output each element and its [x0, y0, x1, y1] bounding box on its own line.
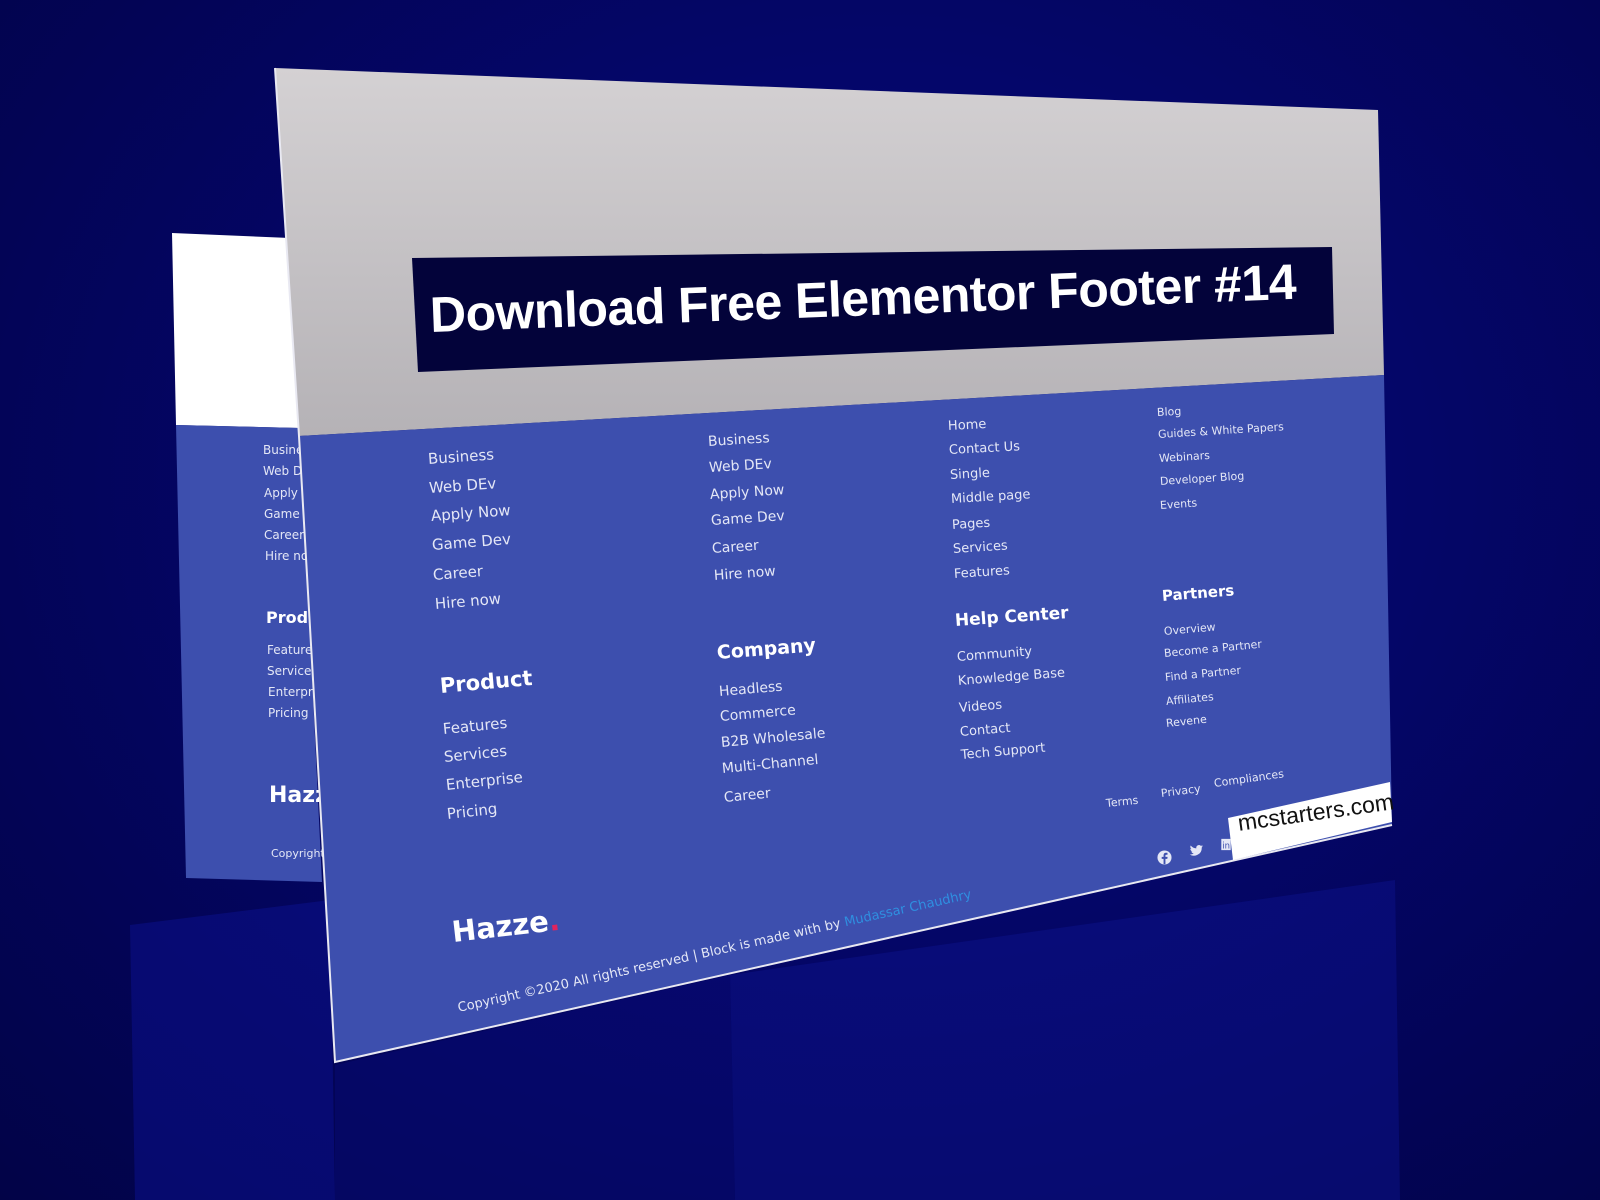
footer-link[interactable]: Events: [1160, 496, 1198, 512]
terms-link[interactable]: Terms: [1105, 794, 1139, 810]
footer-link[interactable]: Pages: [952, 516, 991, 533]
footer-link[interactable]: Features: [954, 563, 1011, 582]
front-card-shape: [274, 67, 1393, 1064]
footer-link[interactable]: Services: [953, 538, 1009, 557]
footer-link[interactable]: Contact: [959, 721, 1011, 740]
footer-link[interactable]: Videos: [958, 698, 1002, 716]
svg-text:in: in: [1222, 840, 1230, 850]
footer-link[interactable]: Business: [427, 445, 494, 468]
twitter-icon[interactable]: [1189, 843, 1204, 858]
footer-link[interactable]: Single: [950, 466, 991, 483]
footer-link[interactable]: Web DEv: [709, 456, 773, 476]
footer-link[interactable]: Contact Us: [949, 439, 1021, 458]
footer-link[interactable]: Home: [948, 417, 987, 434]
footer-link[interactable]: Webinars: [1159, 449, 1211, 465]
footer-link[interactable]: Business: [708, 430, 771, 450]
footer-link[interactable]: Career: [432, 562, 483, 584]
facebook-icon[interactable]: [1157, 850, 1172, 865]
linkedin-icon[interactable]: in: [1221, 837, 1231, 852]
footer-link[interactable]: Blog: [1157, 405, 1182, 419]
footer-link[interactable]: Career: [711, 538, 759, 557]
